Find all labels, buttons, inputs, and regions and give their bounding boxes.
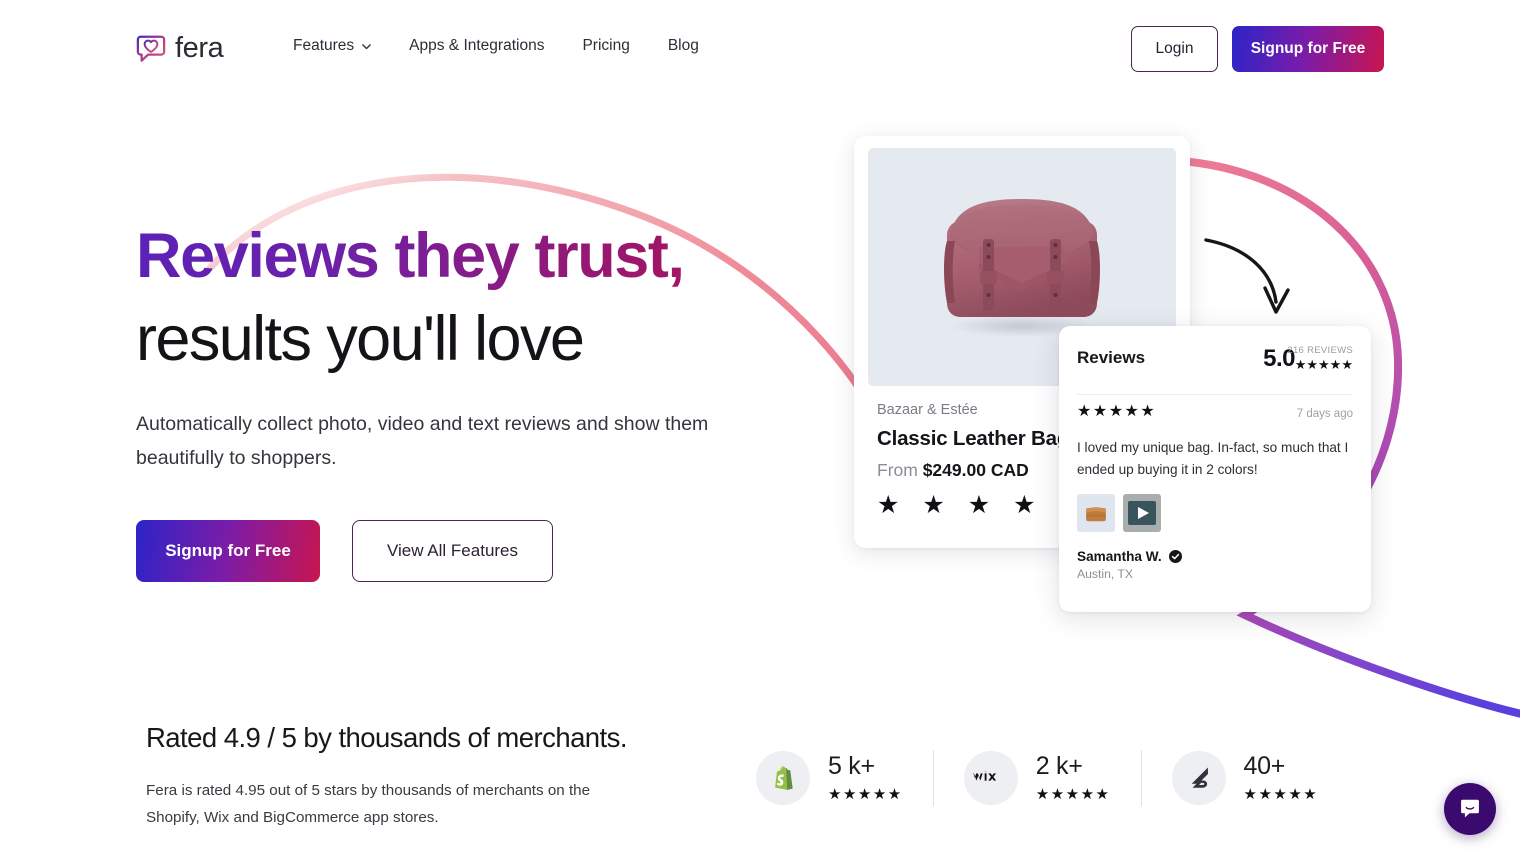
nav-item-features-label: Features <box>293 37 355 54</box>
heart-speech-bubble-icon <box>136 35 166 62</box>
play-icon <box>1128 501 1156 525</box>
header-actions: Login Signup for Free <box>1131 26 1384 72</box>
wix-rating-stats: 2 k+ ★★★★★ <box>1035 752 1111 803</box>
divider <box>932 750 934 806</box>
logo[interactable]: fera <box>136 31 224 64</box>
view-all-features-button[interactable]: View All Features <box>352 520 553 582</box>
reviews-widget-card[interactable]: Reviews 5.0 216 REVIEWS ★★★★★ ★★★★★ 7 da… <box>1059 326 1371 612</box>
hero-title-line-2: results you'll love <box>136 304 585 374</box>
page-title: Reviews they trust, results you'll love <box>136 215 796 381</box>
verified-check-icon <box>1168 550 1182 563</box>
bigcommerce-glyph <box>1191 767 1208 788</box>
logo-text: fera <box>175 31 224 64</box>
product-title: Classic Leather Bag <box>877 427 1070 450</box>
product-price-value: $249.00 CAD <box>922 460 1029 480</box>
hero-subtitle: Automatically collect photo, video and t… <box>136 413 709 469</box>
chat-bubble-icon <box>1461 799 1479 818</box>
shopify-stars: ★★★★★ <box>828 786 903 803</box>
wix-wordmark-glyph <box>973 770 996 781</box>
shopify-icon <box>756 751 810 805</box>
review-meta-row: ★★★★★ 7 days ago <box>1077 404 1353 426</box>
landing-page: fera Features Apps & Integrations Pricin… <box>0 0 1520 855</box>
social-proof-subtitle: Fera is rated 4.95 out of 5 stars by tho… <box>146 782 591 826</box>
social-proof-text: Rated 4.9 / 5 by thousands of merchants.… <box>146 722 706 831</box>
store-rating-bigcommerce: 40+ ★★★★★ <box>1171 751 1319 805</box>
divider <box>1140 750 1142 806</box>
hero-cta-group: Signup for Free View All Features <box>136 520 796 582</box>
nav-item-features[interactable]: Features <box>293 37 372 55</box>
nav-item-pricing[interactable]: Pricing <box>582 37 629 55</box>
app-store-ratings: 5 k+ ★★★★★ 2 k+ ★★★★★ 40+ ★★★★★ <box>756 750 1318 806</box>
reviews-heading: Reviews <box>1077 348 1146 367</box>
login-button[interactable]: Login <box>1131 26 1218 72</box>
main-navigation: Features Apps & Integrations Pricing Blo… <box>293 37 699 55</box>
nav-item-apps-integrations[interactable]: Apps & Integrations <box>409 37 544 55</box>
review-author-row: Samantha W. <box>1077 549 1353 564</box>
shopify-rating-stats: 5 k+ ★★★★★ <box>828 752 903 803</box>
hero-title-line-1: Reviews they trust, <box>136 215 796 298</box>
nav-item-blog[interactable]: Blog <box>668 37 699 55</box>
header-signup-button[interactable]: Signup for Free <box>1232 26 1384 72</box>
bigcommerce-stars: ★★★★★ <box>1243 786 1319 803</box>
review-item: ★★★★★ 7 days ago I loved my unique bag. … <box>1077 404 1353 581</box>
site-header: fera Features Apps & Integrations Pricin… <box>0 0 1520 98</box>
product-star-rating: ★ ★ ★ ★ ★ <box>877 491 1089 519</box>
bag-photo-icon <box>1086 507 1106 522</box>
shopify-bag-glyph <box>775 766 793 790</box>
bigcommerce-icon <box>1171 751 1226 805</box>
shopify-review-count: 5 k+ <box>828 752 875 780</box>
chat-launcher-button[interactable] <box>1444 783 1496 835</box>
review-media-thumbnails <box>1077 494 1353 532</box>
bigcommerce-rating-stats: 40+ ★★★★★ <box>1243 752 1319 803</box>
reviews-summary-stars: ★★★★★ <box>1294 357 1353 372</box>
store-rating-wix: 2 k+ ★★★★★ <box>963 751 1111 805</box>
product-price: From $249.00 CAD <box>877 460 1089 481</box>
review-video-thumbnail[interactable] <box>1123 494 1161 532</box>
review-photo-thumbnail[interactable] <box>1077 494 1115 532</box>
wix-icon <box>963 751 1018 805</box>
reviews-card-header: Reviews 5.0 216 REVIEWS ★★★★★ <box>1077 345 1353 395</box>
wix-review-count: 2 k+ <box>1035 752 1083 780</box>
store-rating-shopify: 5 k+ ★★★★★ <box>756 751 903 805</box>
review-author-name: Samantha W. <box>1077 549 1162 564</box>
reviews-count-label: 216 REVIEWS <box>1287 345 1353 356</box>
product-price-prefix: From <box>877 460 918 480</box>
review-author-location: Austin, TX <box>1077 567 1133 581</box>
chevron-down-icon <box>362 43 372 49</box>
bigcommerce-review-count: 40+ <box>1243 752 1286 780</box>
social-proof-title: Rated 4.9 / 5 by thousands of merchants. <box>146 722 627 753</box>
review-star-rating: ★★★★★ <box>1077 403 1157 420</box>
wix-stars: ★★★★★ <box>1035 786 1111 803</box>
hero-signup-button[interactable]: Signup for Free <box>136 520 320 582</box>
product-brand: Bazaar & Estée <box>877 402 978 418</box>
review-timestamp: 7 days ago <box>1296 408 1353 420</box>
review-body-text: I loved my unique bag. In-fact, so much … <box>1077 440 1349 477</box>
product-details: Bazaar & Estée Classic Leather Bag From … <box>877 402 1089 518</box>
hero-content: Reviews they trust, results you'll love … <box>136 215 796 582</box>
